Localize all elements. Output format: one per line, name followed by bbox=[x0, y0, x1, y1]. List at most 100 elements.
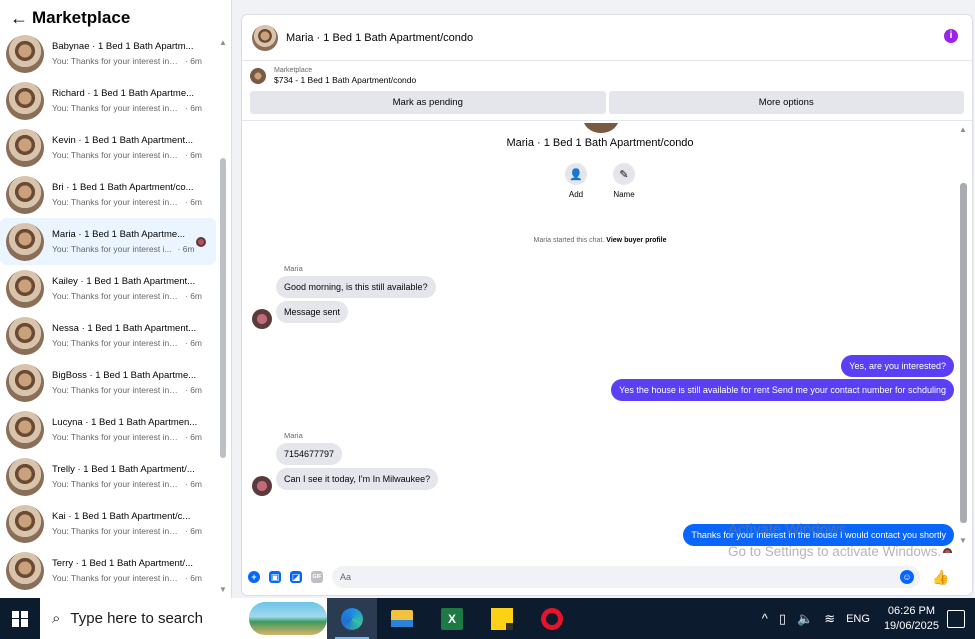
conversation-time: · 6m bbox=[185, 150, 202, 160]
outgoing-message: Yes the house is still available for ren… bbox=[611, 379, 954, 401]
incoming-message: Can I see it today, I'm In Milwaukee? bbox=[276, 468, 439, 490]
excel-app[interactable]: X bbox=[427, 598, 477, 639]
conversation-name: Terry · 1 Bed 1 Bath Apartment/... bbox=[52, 558, 193, 569]
file-explorer-app[interactable] bbox=[377, 598, 427, 639]
emoji-icon[interactable]: ☺ bbox=[900, 570, 914, 584]
start-button[interactable] bbox=[0, 598, 40, 639]
conversation-name: Babynae · 1 Bed 1 Bath Apartm... bbox=[52, 41, 194, 52]
plus-icon[interactable]: + bbox=[248, 571, 260, 583]
sticker-icon[interactable]: ◪ bbox=[290, 571, 302, 583]
conversation-name: Lucyna · 1 Bed 1 Bath Apartmen... bbox=[52, 417, 198, 428]
conversation-preview: You: Thanks for your interest in t... · 6… bbox=[52, 56, 202, 66]
pencil-icon[interactable]: ✎ bbox=[613, 163, 635, 185]
sidebar-scrollbar[interactable]: ▲ ▼ bbox=[218, 38, 228, 594]
avatar bbox=[6, 363, 44, 402]
avatar bbox=[6, 269, 44, 308]
conversation-item[interactable]: Bri · 1 Bed 1 Bath Apartment/co... You: … bbox=[0, 171, 216, 218]
conversation-item[interactable]: Kailey · 1 Bed 1 Bath Apartment... You: … bbox=[0, 265, 216, 312]
outgoing-message: Yes, are you interested? bbox=[841, 355, 954, 377]
conversation-snippet: You: Thanks for your interest in t... bbox=[52, 385, 179, 395]
edge-icon bbox=[341, 607, 363, 630]
taskbar-search[interactable]: ⌕ Type here to search bbox=[40, 598, 327, 639]
conversation-time: · 6m bbox=[185, 385, 202, 395]
gif-icon[interactable]: GIF bbox=[311, 571, 323, 583]
conversation-text: Terry · 1 Bed 1 Bath Apartment/... You: … bbox=[52, 558, 202, 583]
conversation-preview: You: Thanks for your interest in t... · 6… bbox=[52, 385, 202, 395]
conversation-text: Trelly · 1 Bed 1 Bath Apartment/... You:… bbox=[52, 464, 202, 489]
screen: ← Marketplace Babynae · 1 Bed 1 Bath Apa… bbox=[0, 0, 975, 639]
conversation-text: Kailey · 1 Bed 1 Bath Apartment... You: … bbox=[52, 276, 202, 301]
speaker-icon[interactable]: 🔈 bbox=[797, 611, 813, 627]
conversation-name: Trelly · 1 Bed 1 Bath Apartment/... bbox=[52, 464, 195, 475]
message-input[interactable]: Aa ☺ bbox=[332, 566, 920, 588]
info-icon[interactable]: i bbox=[944, 29, 958, 43]
conversation-item[interactable]: Kai · 1 Bed 1 Bath Apartment/c... You: T… bbox=[0, 500, 216, 547]
scroll-up-icon[interactable]: ▲ bbox=[959, 125, 967, 134]
conversation-item[interactable]: Trelly · 1 Bed 1 Bath Apartment/... You:… bbox=[0, 453, 216, 500]
conversation-name: Kailey · 1 Bed 1 Bath Apartment... bbox=[52, 276, 196, 287]
incoming-message: 7154677797 bbox=[276, 443, 343, 465]
view-buyer-profile-link[interactable]: View buyer profile bbox=[606, 237, 666, 244]
conversation-text: Nessa · 1 Bed 1 Bath Apartment... You: T… bbox=[52, 323, 202, 348]
scrollbar-thumb[interactable] bbox=[220, 158, 226, 458]
avatar[interactable] bbox=[252, 24, 278, 51]
avatar bbox=[6, 81, 44, 120]
conversation-item[interactable]: Terry · 1 Bed 1 Bath Apartment/... You: … bbox=[0, 547, 216, 594]
scrollbar-thumb[interactable] bbox=[960, 183, 967, 523]
conversation-time: · 6m bbox=[177, 244, 195, 254]
back-arrow-icon[interactable]: ← bbox=[10, 8, 32, 29]
avatar bbox=[583, 123, 619, 133]
incoming-message: Message sent bbox=[276, 301, 349, 323]
add-action[interactable]: 👤 Add bbox=[556, 163, 596, 199]
battery-icon[interactable]: ▯ bbox=[779, 611, 786, 627]
sticky-notes-app[interactable] bbox=[477, 598, 527, 639]
more-options-button[interactable]: More options bbox=[608, 91, 964, 114]
conversation-name: Richard · 1 Bed 1 Bath Apartme... bbox=[52, 88, 195, 99]
conversation-time: · 6m bbox=[185, 432, 202, 442]
add-person-icon[interactable]: 👤 bbox=[565, 163, 587, 185]
conversation-item[interactable]: Kevin · 1 Bed 1 Bath Apartment... You: T… bbox=[0, 124, 216, 171]
scroll-down-icon[interactable]: ▼ bbox=[219, 585, 227, 594]
name-action[interactable]: ✎ Name bbox=[604, 163, 644, 199]
wifi-icon[interactable]: ≋ bbox=[824, 611, 835, 627]
edge-app[interactable] bbox=[327, 598, 377, 639]
conversation-item[interactable]: Lucyna · 1 Bed 1 Bath Apartmen... You: T… bbox=[0, 406, 216, 453]
avatar bbox=[6, 128, 44, 167]
chevron-up-icon[interactable]: ^ bbox=[762, 611, 768, 626]
scroll-up-icon[interactable]: ▲ bbox=[219, 38, 227, 47]
search-highlight-image bbox=[249, 602, 327, 635]
clock-date: 19/06/2025 bbox=[883, 619, 939, 632]
image-icon[interactable]: ▣ bbox=[269, 571, 281, 583]
avatar bbox=[252, 309, 272, 329]
conversation-item[interactable]: Richard · 1 Bed 1 Bath Apartme... You: T… bbox=[0, 77, 216, 124]
chat-title[interactable]: Maria · 1 Bed 1 Bath Apartment/condo bbox=[286, 32, 473, 44]
scroll-down-icon[interactable]: ▼ bbox=[959, 536, 967, 545]
conversation-preview: You: Thanks for your interest in t... · 6… bbox=[52, 197, 202, 207]
conversation-name: Bri · 1 Bed 1 Bath Apartment/co... bbox=[52, 182, 194, 193]
language-indicator[interactable]: ENG bbox=[846, 613, 870, 625]
opera-app[interactable] bbox=[527, 598, 577, 639]
conversation-text: Kevin · 1 Bed 1 Bath Apartment... You: T… bbox=[52, 135, 202, 160]
avatar bbox=[6, 316, 44, 355]
listing-summary[interactable]: Marketplace $734 - 1 Bed 1 Bath Apartmen… bbox=[242, 61, 972, 91]
notifications-icon[interactable] bbox=[947, 609, 965, 628]
chat-scrollbar[interactable]: ▲ ▼ bbox=[958, 125, 968, 545]
conversation-item[interactable]: Babynae · 1 Bed 1 Bath Apartm... You: Th… bbox=[0, 30, 216, 77]
conversation-text: BigBoss · 1 Bed 1 Bath Apartme... You: T… bbox=[52, 370, 202, 395]
conversation-item[interactable]: Nessa · 1 Bed 1 Bath Apartment... You: T… bbox=[0, 312, 216, 359]
conversation-name: Nessa · 1 Bed 1 Bath Apartment... bbox=[52, 323, 197, 334]
listing-text: Marketplace $734 - 1 Bed 1 Bath Apartmen… bbox=[274, 67, 416, 85]
mark-as-pending-button[interactable]: Mark as pending bbox=[250, 91, 606, 114]
conversation-snippet: You: Thanks for your interest in t... bbox=[52, 291, 179, 301]
thumbs-up-icon[interactable]: 👍 bbox=[932, 569, 949, 586]
conversation-text: Bri · 1 Bed 1 Bath Apartment/co... You: … bbox=[52, 182, 202, 207]
clock[interactable]: 06:26 PM 19/06/2025 bbox=[884, 604, 939, 634]
conversation-item[interactable]: BigBoss · 1 Bed 1 Bath Apartme... You: T… bbox=[0, 359, 216, 406]
message-composer: + ▣ ◪ GIF Aa ☺ 👍 bbox=[242, 565, 972, 589]
divider bbox=[242, 120, 972, 121]
system-tray: ^ ▯ 🔈 ≋ ENG 06:26 PM 19/06/2025 bbox=[762, 598, 975, 639]
conversation-snippet: You: Thanks for your interest i... bbox=[52, 244, 172, 254]
search-placeholder: Type here to search bbox=[70, 610, 203, 627]
conversation-item-active[interactable]: Maria · 1 Bed 1 Bath Apartme... You: Tha… bbox=[0, 218, 216, 265]
system-note-text: Maria started this chat. bbox=[533, 237, 605, 244]
